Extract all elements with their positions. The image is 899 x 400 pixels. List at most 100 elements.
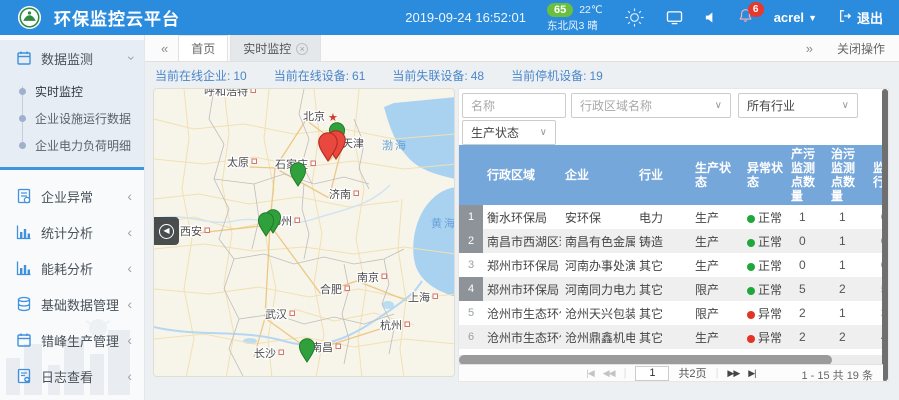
tab-label: 实时监控 xyxy=(243,40,291,57)
weather-text: 东北风3 晴 xyxy=(547,18,603,33)
cell-industry: 电力 xyxy=(635,205,691,229)
sidebar-group-label: 日志查看 xyxy=(41,367,127,386)
calendar-icon xyxy=(16,50,32,66)
stat-label: 当前在线设备: xyxy=(274,69,349,83)
stat-item: 当前在线设备:61 xyxy=(274,67,366,84)
column-header[interactable]: 产污监测点数量 xyxy=(787,145,827,205)
pagination-bar: |◀ ◀◀ | 共2页 | ▶▶ ▶| 1 - 15 共 19 条 xyxy=(459,364,883,381)
notification-count-badge: 6 xyxy=(748,2,764,17)
stat-item: 当前在线企业:10 xyxy=(155,67,247,84)
sidebar-item-label: 实时监控 xyxy=(35,83,83,100)
svg-text:合肥: 合肥 xyxy=(320,282,342,296)
prev-page-button[interactable]: ◀◀ xyxy=(603,368,615,379)
app-header: 环保监控云平台 2019-09-24 16:52:01 65 22℃ 东北风3 … xyxy=(0,0,899,35)
china-map[interactable]: 渤海黄海呼和浩特北京★天津太原石家庄济南西安郑州南京合肥武汉上海杭州长沙南昌 xyxy=(154,89,455,377)
sidebar-item-0-1[interactable]: 企业设施运行数据 xyxy=(0,105,144,132)
column-header[interactable]: 治污监测点数量 xyxy=(827,145,869,205)
cell-running-points: 4 xyxy=(869,325,883,349)
name-filter-input[interactable] xyxy=(462,93,566,118)
notifications-bell[interactable]: 6 xyxy=(738,8,753,28)
sidebar-group-label: 错峰生产管理 xyxy=(41,331,127,350)
production-status-filter-select[interactable]: 生产状态 ∨ xyxy=(462,120,556,145)
cell-company: 沧县隆鑫强力加工 xyxy=(561,349,635,354)
column-header[interactable]: 行业 xyxy=(635,145,691,205)
production-filter-value: 生产状态 xyxy=(471,124,519,141)
sidebar-group-3[interactable]: 能耗分析 ‹ xyxy=(0,250,144,286)
sidebar-group-1[interactable]: 企业异常 ‹ xyxy=(0,178,144,214)
tabs-scroll-left-icon[interactable]: « xyxy=(145,41,178,56)
svg-text:济南: 济南 xyxy=(329,187,351,201)
industry-filter-value: 所有行业 xyxy=(747,97,795,114)
monitor-icon[interactable] xyxy=(666,10,683,25)
city-dot-icon xyxy=(251,89,256,93)
column-header[interactable]: 生产状态 xyxy=(691,145,743,205)
last-page-button[interactable]: ▶| xyxy=(748,368,755,379)
tab-bar: « 首页 实时监控 × » 关闭操作 xyxy=(145,35,899,62)
first-page-button[interactable]: |◀ xyxy=(586,368,593,379)
weather-widget: 65 22℃ 东北风3 晴 xyxy=(547,3,603,33)
tab-close-icon[interactable]: × xyxy=(296,43,308,55)
table-row[interactable]: 1衡水环保局安环保电力生产正常110 xyxy=(459,205,883,229)
sidebar-group-label: 基础数据管理 xyxy=(41,295,127,314)
vertical-scrollbar[interactable] xyxy=(882,89,888,381)
stat-value: 61 xyxy=(352,69,365,83)
cell-industry: 其它 xyxy=(635,277,691,301)
stat-label: 当前在线企业: xyxy=(155,69,230,83)
column-header[interactable]: 行政区域 xyxy=(483,145,561,205)
log-icon xyxy=(16,368,32,384)
sidebar-group-label: 能耗分析 xyxy=(41,259,127,278)
tab-label: 首页 xyxy=(191,40,215,57)
cell-region: 南昌市西湖区环保局 xyxy=(483,229,561,253)
tabs-scroll-right-icon[interactable]: » xyxy=(790,41,823,56)
cell-abnormal-status: 异常 xyxy=(743,349,787,354)
enterprise-list-panel: 行政区域名称 ∨ 所有行业 ∨ 生产状态 ∨ 行政区域企业行业生产状态异常状态产… xyxy=(458,88,889,382)
calendar-icon xyxy=(16,332,32,348)
sidebar-group-2[interactable]: 统计分析 ‹ xyxy=(0,214,144,250)
chevron-down-icon: ▼ xyxy=(808,13,817,23)
region-filter-select[interactable]: 行政区域名称 ∨ xyxy=(571,93,731,118)
close-operations-button[interactable]: 关闭操作 xyxy=(837,40,885,57)
cell-production-status: 限产 xyxy=(691,301,743,325)
cell-company: 河南同力电力设备 xyxy=(561,277,635,301)
cell-industry: 铸造 xyxy=(635,229,691,253)
table-row[interactable]: 3郑州市环保局河南办事处演示其它生产正常010 xyxy=(459,253,883,277)
stat-value: 48 xyxy=(471,69,484,83)
sidebar-group-6[interactable]: 日志查看 ‹ xyxy=(0,358,144,394)
row-number: 6 xyxy=(459,325,483,349)
sun-icon xyxy=(624,7,645,28)
speaker-icon[interactable] xyxy=(704,11,717,24)
table-row[interactable]: 2南昌市西湖区环保局南昌有色金属有限公司铸造生产正常010 xyxy=(459,229,883,253)
stat-item: 当前停机设备:19 xyxy=(511,67,603,84)
sidebar-group-4[interactable]: 基础数据管理 ‹ xyxy=(0,286,144,322)
sidebar-group-5[interactable]: 错峰生产管理 ‹ xyxy=(0,322,144,358)
cell-produce-points: 5 xyxy=(787,277,827,301)
logout-button[interactable]: 退出 xyxy=(838,8,883,27)
svg-text:北京: 北京 xyxy=(303,109,325,123)
cell-production-status: 生产 xyxy=(691,325,743,349)
page-input[interactable] xyxy=(635,366,669,381)
sidebar-item-0-2[interactable]: 企业电力负荷明细 xyxy=(0,132,144,159)
status-dot-icon xyxy=(747,311,755,319)
map-collapse-button[interactable]: ◀ xyxy=(154,217,179,245)
column-header[interactable]: 异常状态 xyxy=(743,145,787,205)
tab-1[interactable]: 实时监控 × xyxy=(230,35,321,61)
svg-text:武汉: 武汉 xyxy=(265,308,287,321)
table-row[interactable]: 5沧州市生态环保局沧州天兴包装制品其它限产异常213 xyxy=(459,301,883,325)
svg-text:呼和浩特: 呼和浩特 xyxy=(204,89,248,98)
column-header[interactable]: 企业 xyxy=(561,145,635,205)
table-row[interactable]: 4郑州市环保局河南同力电力设备其它限产正常525 xyxy=(459,277,883,301)
sidebar-item-0-0[interactable]: 实时监控 xyxy=(0,78,144,105)
user-menu[interactable]: acrel ▼ xyxy=(774,10,817,25)
sidebar-group-0[interactable]: 数据监测 ‹ xyxy=(0,40,144,76)
table-row[interactable]: 7沧州市生态环保局沧县隆鑫强力加工其它生产异常210 xyxy=(459,349,883,354)
tab-0[interactable]: 首页 xyxy=(178,35,228,61)
table-row[interactable]: 6沧州市生态环保局沧州鼎鑫机电设备其它生产异常224 xyxy=(459,325,883,349)
sidebar: 数据监测 ‹ 实时监控 企业设施运行数据 企业电力负荷明细 企业异常 ‹ 统计分… xyxy=(0,35,145,400)
column-header[interactable]: 监测点运行数量 xyxy=(869,145,883,205)
cell-industry: 其它 xyxy=(635,325,691,349)
next-page-button[interactable]: ▶▶ xyxy=(727,368,739,379)
divider: | xyxy=(624,367,627,379)
cell-produce-points: 2 xyxy=(787,301,827,325)
cell-produce-points: 0 xyxy=(787,229,827,253)
industry-filter-select[interactable]: 所有行业 ∨ xyxy=(738,93,858,118)
